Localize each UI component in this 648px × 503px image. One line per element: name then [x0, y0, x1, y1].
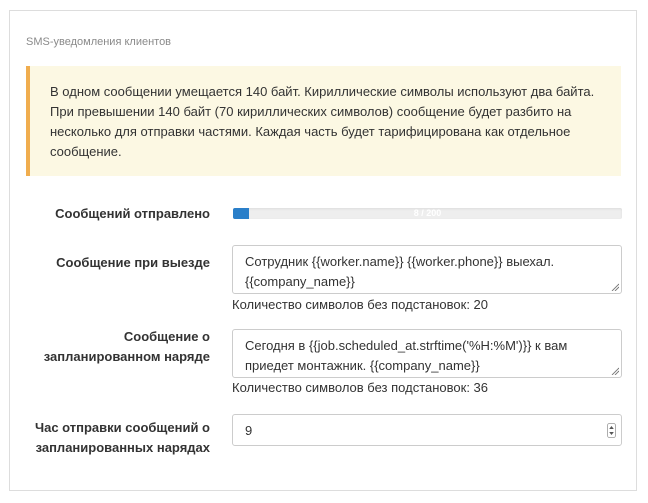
- scheduled-message-textarea[interactable]: Сегодня в {{job.scheduled_at.strftime('%…: [232, 329, 622, 378]
- scheduled-label: Сообщение о запланированном наряде: [43, 329, 210, 364]
- sms-settings-panel: SMS-уведомления клиентов В одном сообщен…: [9, 10, 637, 491]
- sent-label: Сообщений отправлено: [55, 206, 210, 221]
- resize-grip-icon[interactable]: [611, 367, 619, 375]
- sent-progress: 8 / 200: [233, 208, 622, 219]
- departure-label: Сообщение при выезде: [56, 255, 210, 270]
- send-hour-label: Час отправки сообщений о запланированных…: [34, 420, 210, 455]
- send-hour-input[interactable]: 9: [232, 414, 622, 446]
- send-hour-value: 9: [245, 423, 253, 438]
- scheduled-char-count: Количество символов без подстановок: 36: [232, 380, 489, 395]
- departure-message-text: Сотрудник {{worker.name}} {{worker.phone…: [245, 254, 555, 289]
- scheduled-message-text: Сегодня в {{job.scheduled_at.strftime('%…: [245, 338, 568, 373]
- info-alert: В одном сообщении умещается 140 байт. Ки…: [26, 66, 621, 176]
- departure-message-textarea[interactable]: Сотрудник {{worker.name}} {{worker.phone…: [232, 245, 622, 294]
- sent-progress-text: 8 / 200: [413, 208, 442, 218]
- resize-grip-icon[interactable]: [611, 283, 619, 291]
- alert-text: В одном сообщении умещается 140 байт. Ки…: [50, 84, 595, 159]
- departure-char-count: Количество символов без подстановок: 20: [232, 297, 489, 312]
- spinner-arrows-icon[interactable]: [607, 423, 616, 438]
- panel-title: SMS-уведомления клиентов: [26, 36, 172, 48]
